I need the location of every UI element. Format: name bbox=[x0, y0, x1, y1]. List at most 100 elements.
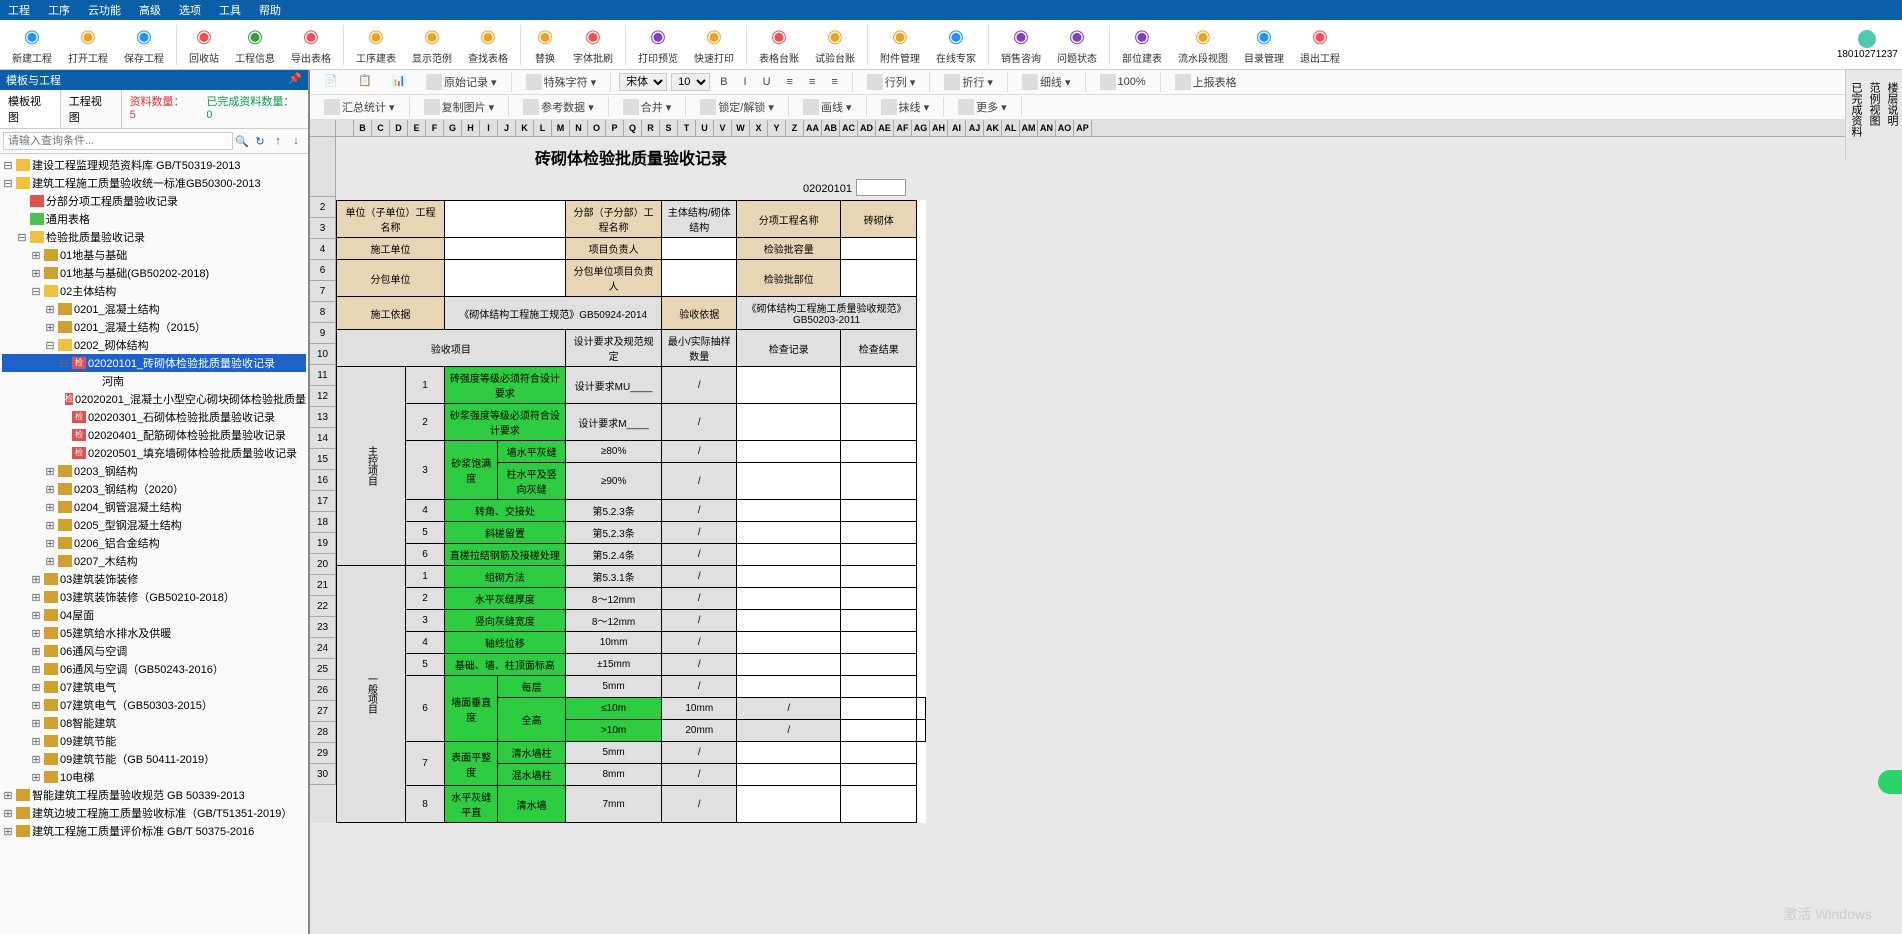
tbtn-在线专家[interactable]: ◉在线专家 bbox=[936, 24, 976, 65]
tree-node[interactable]: ⊟02主体结构 bbox=[2, 282, 306, 300]
tbtn-工程信息[interactable]: ◉工程信息 bbox=[235, 24, 275, 65]
tree-node[interactable]: ⊟0202_砌体结构 bbox=[2, 336, 306, 354]
tbtn-目录管理[interactable]: ◉目录管理 bbox=[1244, 24, 1284, 65]
rbtn-细线[interactable]: 细线 ▾ bbox=[1018, 72, 1075, 92]
tree-node[interactable]: ⊞0205_型钢混凝土结构 bbox=[2, 516, 306, 534]
tree-node[interactable]: ⊞05建筑给水排水及供暖 bbox=[2, 624, 306, 642]
tree-node[interactable]: ⊞0206_铝合金结构 bbox=[2, 534, 306, 552]
rbtn-上报表格[interactable]: 上报表格 bbox=[1171, 72, 1241, 92]
tab-template-view[interactable]: 模板视图 bbox=[0, 90, 61, 128]
menu-云功能[interactable]: 云功能 bbox=[88, 2, 121, 18]
side-tab-楼层说明[interactable]: 楼层说明 bbox=[1883, 78, 1901, 141]
refresh-icon[interactable]: ↻ bbox=[251, 135, 269, 148]
menu-高级[interactable]: 高级 bbox=[139, 2, 161, 18]
rbtn-汇总统计[interactable]: 汇总统计 ▾ bbox=[320, 97, 399, 117]
tbtn-流水段视图[interactable]: ◉流水段视图 bbox=[1178, 24, 1228, 65]
fab-button[interactable] bbox=[1878, 770, 1902, 794]
tree-node[interactable]: ⊞09建筑节能 bbox=[2, 732, 306, 750]
tree-node[interactable]: 分部分项工程质量验收记录 bbox=[2, 192, 306, 210]
rbtn-复制图片[interactable]: 复制图片 ▾ bbox=[420, 97, 499, 117]
tbtn-工序建表[interactable]: ◉工序建表 bbox=[356, 24, 396, 65]
side-tab-范例视图[interactable]: 范例视图 bbox=[1865, 78, 1883, 141]
tbtn-查找表格[interactable]: ◉查找表格 bbox=[468, 24, 508, 65]
tree-node[interactable]: 检02020301_石砌体检验批质量验收记录 bbox=[2, 408, 306, 426]
tree-node[interactable]: 检02020201_混凝土小型空心砌块砌体检验批质量 bbox=[2, 390, 306, 408]
tbtn-表格台账[interactable]: ◉表格台账 bbox=[759, 24, 799, 65]
tbtn-退出工程[interactable]: ◉退出工程 bbox=[1300, 24, 1340, 65]
tree-node[interactable]: ⊞01地基与基础 bbox=[2, 246, 306, 264]
up-icon[interactable]: ↑ bbox=[269, 135, 287, 147]
tree-node[interactable]: ⊟建设工程监理规范资料库 GB/T50319-2013 bbox=[2, 156, 306, 174]
menu-工序[interactable]: 工序 bbox=[48, 2, 70, 18]
menu-选项[interactable]: 选项 bbox=[179, 2, 201, 18]
tree-node[interactable]: ⊟检02020101_砖砌体检验批质量验收记录 bbox=[2, 354, 306, 372]
tree-node[interactable]: ⊞建筑边坡工程施工质量验收标准（GB/T51351-2019） bbox=[2, 804, 306, 822]
tree-node[interactable]: 通用表格 bbox=[2, 210, 306, 228]
tbtn-保存工程[interactable]: ◉保存工程 bbox=[124, 24, 164, 65]
menu-工程[interactable]: 工程 bbox=[8, 2, 30, 18]
tree-node[interactable]: 检02020401_配筋砌体检验批质量验收记录 bbox=[2, 426, 306, 444]
tbtn-附件管理[interactable]: ◉附件管理 bbox=[880, 24, 920, 65]
rbtn-画线[interactable]: 画线 ▾ bbox=[799, 97, 856, 117]
tree-node[interactable]: ⊟建筑工程施工质量验收统一标准GB50300-2013 bbox=[2, 174, 306, 192]
tree-node[interactable]: ⊞0207_木结构 bbox=[2, 552, 306, 570]
tree-view[interactable]: ⊟建设工程监理规范资料库 GB/T50319-2013⊟建筑工程施工质量验收统一… bbox=[0, 154, 308, 934]
rbtn-折行[interactable]: 折行 ▾ bbox=[940, 72, 997, 92]
search-input[interactable] bbox=[3, 132, 233, 150]
doc-code-suffix[interactable] bbox=[856, 179, 906, 196]
rbtn-行列[interactable]: 行列 ▾ bbox=[863, 72, 920, 92]
tree-node[interactable]: ⊞0203_钢结构（2020） bbox=[2, 480, 306, 498]
tbtn-替换[interactable]: ◉替换 bbox=[533, 24, 557, 65]
doc-code: 02020101 bbox=[336, 177, 926, 200]
tab-project-view[interactable]: 工程视图 bbox=[61, 90, 122, 128]
tree-node[interactable]: 检02020501_填充墙砌体检验批质量验收记录 bbox=[2, 444, 306, 462]
rbtn-特殊字符[interactable]: 特殊字符 ▾ bbox=[522, 72, 601, 92]
rbtn-原始记录[interactable]: 原始记录 ▾ bbox=[422, 72, 501, 92]
rbtn-更多[interactable]: 更多 ▾ bbox=[954, 97, 1011, 117]
spreadsheet[interactable]: BCDEFGHIJKLMNOPQRSTUVWXYZAAABACADAEAFAGA… bbox=[310, 120, 1902, 934]
menu-工具[interactable]: 工具 bbox=[219, 2, 241, 18]
tree-node[interactable]: ⊞建筑工程施工质量评价标准 GB/T 50375-2016 bbox=[2, 822, 306, 840]
tree-node[interactable]: ⊞08智能建筑 bbox=[2, 714, 306, 732]
rbtn-100%[interactable]: 100% bbox=[1096, 72, 1150, 92]
search-icon[interactable]: 🔍 bbox=[233, 135, 251, 148]
rbtn-合并[interactable]: 合并 ▾ bbox=[619, 97, 676, 117]
tbtn-新建工程[interactable]: ◉新建工程 bbox=[12, 24, 52, 65]
tbtn-打印预览[interactable]: ◉打印预览 bbox=[638, 24, 678, 65]
menu-帮助[interactable]: 帮助 bbox=[259, 2, 281, 18]
rbtn-锁定/解锁[interactable]: 锁定/解锁 ▾ bbox=[696, 97, 778, 117]
tree-node[interactable]: ⊞07建筑电气 bbox=[2, 678, 306, 696]
tbtn-试验台账[interactable]: ◉试验台账 bbox=[815, 24, 855, 65]
tree-node[interactable]: ⊞10电梯 bbox=[2, 768, 306, 786]
tbtn-部位建表[interactable]: ◉部位建表 bbox=[1122, 24, 1162, 65]
tree-node[interactable]: ⊞07建筑电气（GB50303-2015） bbox=[2, 696, 306, 714]
tree-node[interactable]: ⊞06通风与空调 bbox=[2, 642, 306, 660]
tbtn-销售咨询[interactable]: ◉销售咨询 bbox=[1001, 24, 1041, 65]
tree-node[interactable]: ⊞0203_钢结构 bbox=[2, 462, 306, 480]
tbtn-显示范例[interactable]: ◉显示范例 bbox=[412, 24, 452, 65]
tree-node[interactable]: ⊞0201_混凝土结构（2015） bbox=[2, 318, 306, 336]
rbtn-参考数据[interactable]: 参考数据 ▾ bbox=[519, 97, 598, 117]
tree-node[interactable]: ⊞04屋面 bbox=[2, 606, 306, 624]
tree-node[interactable]: ⊞03建筑装饰装修 bbox=[2, 570, 306, 588]
tbtn-打开工程[interactable]: ◉打开工程 bbox=[68, 24, 108, 65]
user-info[interactable]: 18010271237 bbox=[1837, 30, 1898, 60]
tree-node[interactable]: ⊞03建筑装饰装修（GB50210-2018） bbox=[2, 588, 306, 606]
tree-node[interactable]: 河南 bbox=[2, 372, 306, 390]
tbtn-导出表格[interactable]: ◉导出表格 bbox=[291, 24, 331, 65]
tbtn-回收站[interactable]: ◉回收站 bbox=[189, 24, 219, 65]
tree-node[interactable]: ⊞09建筑节能（GB 50411-2019） bbox=[2, 750, 306, 768]
side-tab-已完成资料[interactable]: 已完成资料 bbox=[1847, 78, 1865, 141]
tbtn-问题状态[interactable]: ◉问题状态 bbox=[1057, 24, 1097, 65]
down-icon[interactable]: ↓ bbox=[287, 135, 305, 147]
tree-node[interactable]: ⊞06通风与空调（GB50243-2016） bbox=[2, 660, 306, 678]
tree-node[interactable]: ⊟检验批质量验收记录 bbox=[2, 228, 306, 246]
tbtn-字体批刷[interactable]: ◉字体批刷 bbox=[573, 24, 613, 65]
tbtn-快速打印[interactable]: ◉快速打印 bbox=[694, 24, 734, 65]
tree-node[interactable]: ⊞智能建筑工程质量验收规范 GB 50339-2013 bbox=[2, 786, 306, 804]
tree-node[interactable]: ⊞01地基与基础(GB50202-2018) bbox=[2, 264, 306, 282]
rbtn-抹线[interactable]: 抹线 ▾ bbox=[877, 97, 934, 117]
tree-node[interactable]: ⊞0201_混凝土结构 bbox=[2, 300, 306, 318]
tree-node[interactable]: ⊞0204_钢管混凝土结构 bbox=[2, 498, 306, 516]
pin-icon[interactable]: 📌 bbox=[288, 72, 302, 88]
